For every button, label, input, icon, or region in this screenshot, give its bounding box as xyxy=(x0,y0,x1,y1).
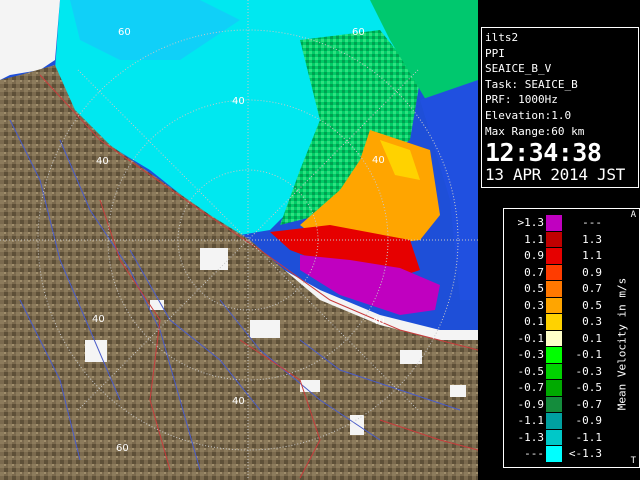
scan-time: 12:34:38 xyxy=(485,138,602,168)
legend-row: -0.5 -0.3 xyxy=(504,363,639,380)
velocity-legend: Mean Velocity in m/s A T >1.3 --- 1.1 1.3 0.… xyxy=(503,208,640,468)
legend-color-swatch xyxy=(546,330,562,347)
legend-row: 1.1 1.3 xyxy=(504,231,639,248)
range-label: 60 xyxy=(116,443,129,454)
legend-row: 0.5 0.7 xyxy=(504,281,639,297)
legend-high-value: -1.1 xyxy=(575,430,603,444)
legend-color-swatch xyxy=(546,363,562,380)
legend-row: 0.9 1.1 xyxy=(504,248,639,264)
prf-value: PRF: 1000Hz xyxy=(485,93,558,107)
legend-color-swatch xyxy=(546,314,562,330)
legend-low-value: 0.9 xyxy=(524,249,544,262)
legend-color-swatch xyxy=(546,231,562,248)
legend-low-value: 0.7 xyxy=(524,265,544,279)
range-label: 60 xyxy=(118,27,131,38)
legend-row: -0.1 0.1 xyxy=(504,330,639,347)
range-label: 40 xyxy=(372,316,385,327)
legend-row: 0.7 0.9 xyxy=(504,264,639,281)
legend-high-value: -0.3 xyxy=(575,364,603,378)
scan-info-box: ilts2 PPI SEAICE_B_V Task: SEAICE_B PRF:… xyxy=(481,27,639,188)
radar-ppi-display: 40 60 40 60 40 40 40 60 40 xyxy=(0,0,478,480)
range-label: 40 xyxy=(372,155,385,166)
legend-row: -0.3 -0.1 xyxy=(504,347,639,363)
legend-color-swatch xyxy=(546,248,562,264)
range-label: 40 xyxy=(92,314,105,325)
legend-low-value: 0.5 xyxy=(524,282,544,295)
legend-high-value: -0.5 xyxy=(575,381,603,394)
legend-high-value: 0.5 xyxy=(582,298,602,312)
legend-low-value: -0.1 xyxy=(517,331,545,345)
task-name: Task: SEAICE_B xyxy=(485,77,578,91)
legend-row: 0.1 0.3 xyxy=(504,314,639,330)
legend-high-value: --- xyxy=(582,216,602,229)
legend-row: -1.1 -0.9 xyxy=(504,413,639,429)
legend-low-value: -0.7 xyxy=(517,381,545,394)
legend-row: -0.9 -0.7 xyxy=(504,396,639,413)
legend-low-value: -1.1 xyxy=(517,414,545,427)
legend-row: -0.7 -0.5 xyxy=(504,380,639,396)
legend-high-value: 1.3 xyxy=(582,232,602,246)
legend-color-swatch xyxy=(546,413,562,429)
legend-high-value: -0.9 xyxy=(575,414,603,427)
range-label: 40 xyxy=(232,96,245,107)
legend-low-value: -1.3 xyxy=(517,430,545,444)
volume-name: SEAICE_B_V xyxy=(485,62,552,76)
legend-low-value: >1.3 xyxy=(517,216,545,229)
legend-low-value: 0.3 xyxy=(524,298,544,312)
legend-color-swatch xyxy=(546,446,562,462)
legend-row: 0.3 0.5 xyxy=(504,297,639,314)
legend-high-value: 0.3 xyxy=(582,315,602,328)
legend-low-value: -0.3 xyxy=(517,348,545,361)
legend-low-value: 1.1 xyxy=(524,232,544,246)
legend-high-value: 1.1 xyxy=(582,249,602,262)
legend-low-value: -0.5 xyxy=(517,364,545,378)
legend-color-swatch xyxy=(546,281,562,297)
legend-high-value: 0.1 xyxy=(582,331,602,345)
side-panel: ilts2 PPI SEAICE_B_V Task: SEAICE_B PRF:… xyxy=(480,0,640,480)
range-label: 40 xyxy=(232,396,245,407)
legend-high-value: <-1.3 xyxy=(568,447,602,460)
range-label: 40 xyxy=(96,156,109,167)
legend-high-value: 0.9 xyxy=(582,265,602,279)
legend-row: -1.3 -1.1 xyxy=(504,429,639,446)
legend-color-swatch xyxy=(546,396,562,413)
legend-color-swatch xyxy=(546,264,562,281)
legend-high-value: -0.1 xyxy=(575,348,603,361)
legend-color-swatch xyxy=(546,297,562,314)
scan-date: 13 APR 2014 JST xyxy=(485,165,625,185)
legend-high-value: 0.7 xyxy=(582,282,602,295)
legend-low-value: --- xyxy=(524,447,544,460)
legend-color-swatch xyxy=(546,347,562,363)
elevation-value: Elevation:1.0 xyxy=(485,108,572,122)
legend-color-swatch xyxy=(546,215,562,231)
max-range-value: Max Range:60 km xyxy=(485,124,585,138)
scan-mode: PPI xyxy=(485,46,505,60)
legend-low-value: -0.9 xyxy=(517,397,545,411)
legend-low-value: 0.1 xyxy=(524,315,544,328)
legend-color-swatch xyxy=(546,429,562,446)
legend-high-value: -0.7 xyxy=(575,397,603,411)
legend-color-swatch xyxy=(546,380,562,396)
legend-row: --- <-1.3 xyxy=(504,446,639,462)
range-label: 60 xyxy=(352,27,365,38)
legend-row: >1.3 --- xyxy=(504,215,639,231)
station-name: ilts2 xyxy=(485,31,519,44)
